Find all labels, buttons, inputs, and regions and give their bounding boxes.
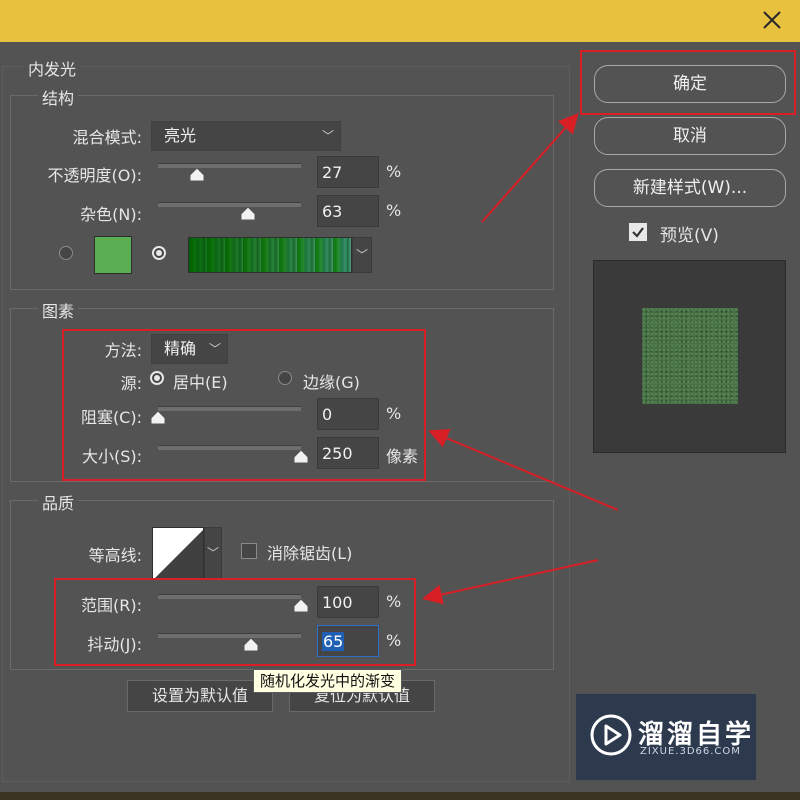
gradient-picker-button[interactable]: ﹀ xyxy=(352,237,372,273)
chevron-down-icon: ﹀ xyxy=(208,342,221,356)
noise-label: 杂色(N): xyxy=(80,205,142,224)
glow-gradient-preview[interactable] xyxy=(188,237,352,273)
opacity-input[interactable]: 27 xyxy=(317,156,379,188)
technique-dropdown[interactable]: 精确 ﹀ xyxy=(151,334,228,364)
play-logo-icon xyxy=(590,714,632,756)
checkmark-icon xyxy=(632,227,644,238)
source-center-label: 居中(E) xyxy=(173,373,228,392)
range-label: 范围(R): xyxy=(81,596,142,615)
source-center-radio[interactable] xyxy=(150,371,164,385)
size-slider-track[interactable] xyxy=(158,445,301,450)
noise-slider-thumb[interactable] xyxy=(240,206,256,221)
source-label: 源: xyxy=(120,374,142,393)
jitter-slider-track[interactable] xyxy=(158,633,301,638)
technique-value: 精确 xyxy=(164,339,197,358)
jitter-input[interactable]: 65 xyxy=(317,625,379,657)
preview-label: 预览(V) xyxy=(660,226,719,246)
range-unit: % xyxy=(386,592,402,611)
range-input[interactable]: 100 xyxy=(317,586,379,618)
choke-label: 阻塞(C): xyxy=(80,408,142,427)
choke-slider-thumb[interactable] xyxy=(150,410,166,425)
opacity-label: 不透明度(O): xyxy=(47,166,142,185)
choke-unit: % xyxy=(386,404,402,423)
close-icon xyxy=(763,11,781,29)
style-preview-swatch xyxy=(642,308,738,404)
blend-mode-value: 亮光 xyxy=(164,126,197,145)
blend-mode-dropdown[interactable]: 亮光 ﹀ xyxy=(151,121,341,151)
anti-alias-checkbox[interactable] xyxy=(241,543,257,559)
range-slider-thumb[interactable] xyxy=(293,598,309,613)
opacity-slider-track[interactable] xyxy=(158,163,301,168)
contour-thumbnail[interactable] xyxy=(152,527,204,579)
watermark-logo: 溜溜自学 ZIXUE.3D66.COM xyxy=(576,694,756,780)
size-label: 大小(S): xyxy=(81,447,142,466)
anti-alias-label: 消除锯齿(L) xyxy=(267,544,353,563)
noise-unit: % xyxy=(386,201,402,220)
range-slider-track[interactable] xyxy=(158,594,301,599)
watermark-subtitle: ZIXUE.3D66.COM xyxy=(640,746,741,757)
inner-glow-title: 内发光 xyxy=(24,56,81,80)
cancel-button[interactable]: 取消 xyxy=(594,117,786,155)
jitter-unit: % xyxy=(386,631,402,650)
preview-checkbox[interactable] xyxy=(629,223,647,241)
choke-slider-track[interactable] xyxy=(158,406,301,411)
size-slider-thumb[interactable] xyxy=(293,449,309,464)
make-default-button[interactable]: 设置为默认值 xyxy=(127,680,273,712)
opacity-unit: % xyxy=(386,162,402,181)
size-unit: 像素 xyxy=(386,447,419,466)
quality-title: 品质 xyxy=(38,490,79,514)
ok-button[interactable]: 确定 xyxy=(594,65,786,103)
elements-title: 图素 xyxy=(38,298,79,322)
jitter-slider-thumb[interactable] xyxy=(243,637,259,652)
opacity-slider-thumb[interactable] xyxy=(189,167,205,182)
technique-label: 方法: xyxy=(104,341,142,360)
source-edge-label: 边缘(G) xyxy=(303,373,360,392)
chevron-down-icon: ﹀ xyxy=(321,129,334,143)
jitter-label: 抖动(J): xyxy=(87,635,142,654)
noise-input[interactable]: 63 xyxy=(317,195,379,227)
contour-label: 等高线: xyxy=(88,546,142,565)
dialog-title-bar xyxy=(0,0,800,42)
close-button[interactable] xyxy=(758,6,786,34)
solid-color-radio[interactable] xyxy=(59,246,73,260)
jitter-input-selection: 65 xyxy=(322,632,345,651)
blend-mode-label: 混合模式: xyxy=(72,128,142,147)
chevron-down-icon: ﹀ xyxy=(355,248,368,262)
source-edge-radio[interactable] xyxy=(278,371,292,385)
new-style-button[interactable]: 新建样式(W)... xyxy=(594,169,786,207)
choke-input[interactable]: 0 xyxy=(317,398,379,430)
bottom-strip xyxy=(0,792,800,800)
chevron-down-icon: ﹀ xyxy=(206,546,219,560)
structure-title: 结构 xyxy=(38,85,79,109)
contour-picker-button[interactable]: ﹀ xyxy=(204,527,222,579)
noise-slider-track[interactable] xyxy=(158,202,301,207)
gradient-radio[interactable] xyxy=(152,246,166,260)
glow-color-swatch[interactable] xyxy=(94,236,132,274)
size-input[interactable]: 250 xyxy=(317,437,379,469)
jitter-tooltip: 随机化发光中的渐变 xyxy=(253,669,403,693)
